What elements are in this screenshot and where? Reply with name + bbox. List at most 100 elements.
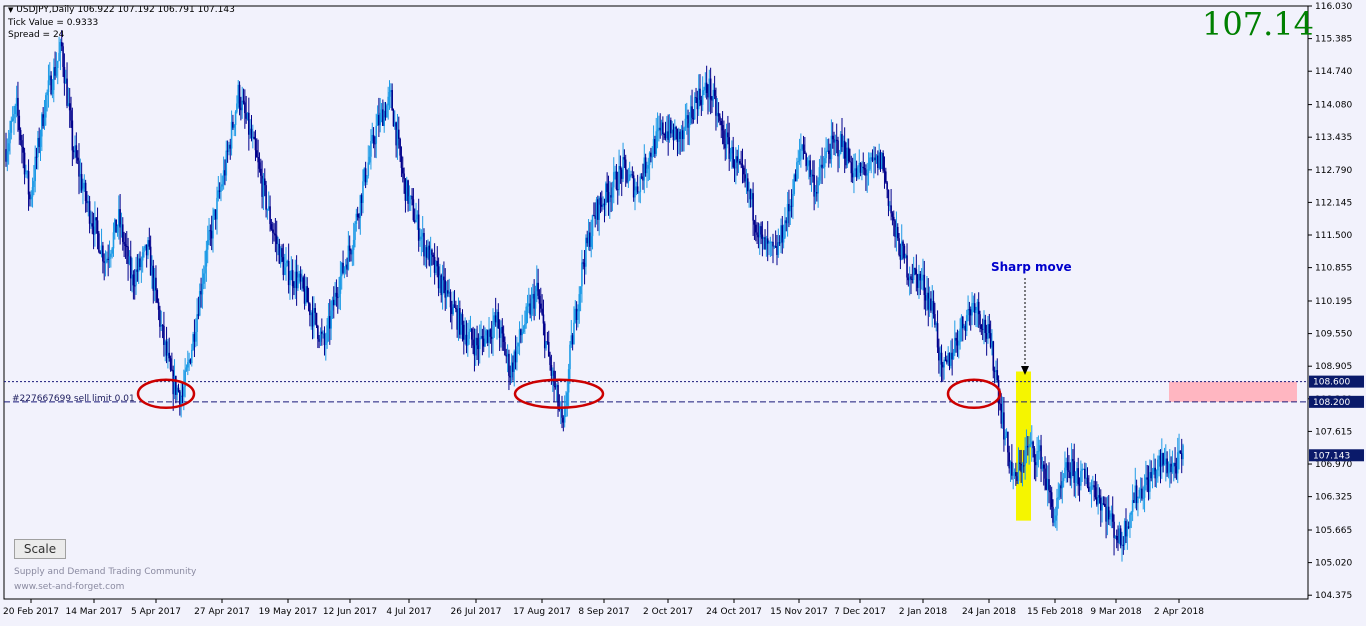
supply-zone (1169, 381, 1297, 402)
candle-body (143, 248, 145, 253)
x-tick-label: 4 Jul 2017 (386, 607, 431, 617)
candle-body (194, 331, 197, 342)
y-tick-label: 116.030 (1315, 2, 1352, 12)
candle-body (259, 168, 262, 176)
candle-body (169, 358, 172, 370)
candle-body (792, 193, 794, 207)
scale-button[interactable]: Scale (14, 539, 66, 559)
candle-body (1044, 468, 1046, 479)
candle-body (753, 220, 756, 225)
candle-body (971, 303, 973, 316)
candle-body (315, 312, 318, 326)
y-tick-label: 112.145 (1315, 198, 1352, 208)
candle-body (204, 266, 206, 274)
candle-body (1109, 517, 1111, 520)
candle-body (806, 165, 809, 167)
candle-body (1064, 467, 1066, 479)
candle-body (1090, 486, 1093, 491)
candle-body (212, 215, 214, 239)
candle-body (60, 42, 63, 47)
candle-body (782, 237, 785, 243)
candle-body (1182, 445, 1184, 460)
candle-body (1098, 495, 1101, 498)
candle-body (638, 192, 640, 194)
candle-body (21, 140, 23, 147)
candle-body (890, 205, 892, 214)
candle-body (1004, 436, 1007, 440)
candle-body (238, 84, 241, 108)
y-tick-label: 105.020 (1315, 559, 1352, 569)
candle-body (539, 303, 542, 309)
candle-body (140, 260, 143, 268)
candle-body (1176, 452, 1179, 474)
chevron-down-icon[interactable]: ▼ (8, 6, 13, 14)
candle-body (569, 344, 571, 370)
candle-body (271, 229, 274, 233)
candle-body (283, 267, 286, 275)
candle-body (62, 46, 64, 67)
candle-body (542, 314, 545, 324)
candle-body (95, 217, 98, 221)
candle-body (112, 232, 115, 249)
candle-body (431, 249, 433, 255)
candle-body (853, 170, 855, 178)
candle-body (1094, 487, 1097, 498)
candle-body (201, 283, 204, 295)
candle-body (1007, 431, 1009, 453)
candle-body (489, 329, 492, 337)
candle-body (168, 352, 171, 359)
candle-body (1167, 472, 1170, 474)
candle-body (468, 331, 470, 339)
candle-body (25, 172, 27, 175)
candle-body (850, 162, 853, 174)
candle-body (80, 174, 83, 191)
candle-body (196, 314, 198, 332)
candle-body (379, 112, 382, 126)
candle-body (729, 153, 732, 159)
candle-body (849, 161, 851, 163)
candle-body (387, 96, 389, 106)
candle-body (17, 97, 19, 116)
candle-body (66, 78, 68, 106)
candle-body (674, 127, 676, 141)
candle-body (898, 238, 900, 255)
candle-body (190, 349, 193, 364)
candle-body (915, 269, 918, 275)
price-chart[interactable]: 20 Feb 2017 14 Mar 2017 5 Apr 2017 27 Apr 2… (0, 0, 1366, 626)
candle-body (330, 310, 332, 329)
candle-body (1074, 471, 1077, 483)
candle-body (1129, 514, 1131, 528)
candle-body (281, 248, 283, 258)
candle-body (399, 138, 401, 156)
candle-body (800, 148, 802, 151)
candle-body (656, 129, 659, 132)
candle-body (132, 274, 135, 286)
x-tick-label: 5 Apr 2017 (131, 607, 181, 617)
candle-body (557, 385, 559, 407)
candle-body (472, 339, 474, 346)
circled-low-3 (946, 378, 1002, 410)
candle-body (797, 161, 800, 163)
pending-order-label[interactable]: #227667699 sell limit 0.01 (12, 394, 135, 404)
x-tick-label: 27 Apr 2017 (194, 607, 250, 617)
candle-body (388, 92, 391, 97)
candle-body (651, 156, 654, 158)
candle-body (932, 301, 935, 315)
candle-body (1061, 481, 1064, 489)
candle-body (391, 90, 393, 111)
candle-body (321, 331, 323, 334)
candle-body (1093, 485, 1095, 488)
candle-body (46, 91, 48, 96)
candle-body (717, 112, 720, 117)
candle-body (7, 143, 10, 152)
x-tick-label: 2 Jan 2018 (899, 607, 947, 617)
candle-body (910, 276, 912, 279)
candle-body (354, 223, 356, 240)
candle-body (159, 309, 161, 327)
candle-body (578, 294, 581, 312)
candle-body (675, 127, 677, 129)
candle-body (121, 224, 124, 242)
candle-body (705, 82, 708, 94)
candle-body (1080, 470, 1082, 486)
candle-body (58, 52, 60, 61)
